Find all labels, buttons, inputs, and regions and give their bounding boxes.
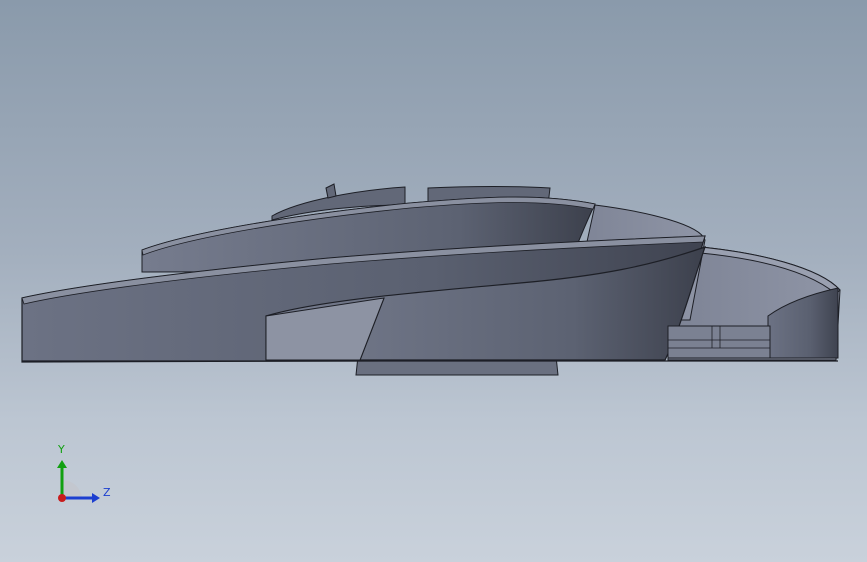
graphics-viewport[interactable]: Y Z — [0, 0, 867, 562]
z-axis-arrowhead — [92, 493, 100, 503]
y-axis-arrowhead — [57, 460, 67, 468]
cad-model-side-view[interactable] — [0, 0, 867, 562]
shaft-section — [667, 325, 771, 359]
fin-stub — [325, 183, 337, 199]
triad-plane-quadrant — [62, 479, 82, 498]
y-axis-label: Y — [58, 443, 65, 456]
x-axis-dot — [58, 494, 66, 502]
z-axis-label: Z — [103, 486, 111, 499]
